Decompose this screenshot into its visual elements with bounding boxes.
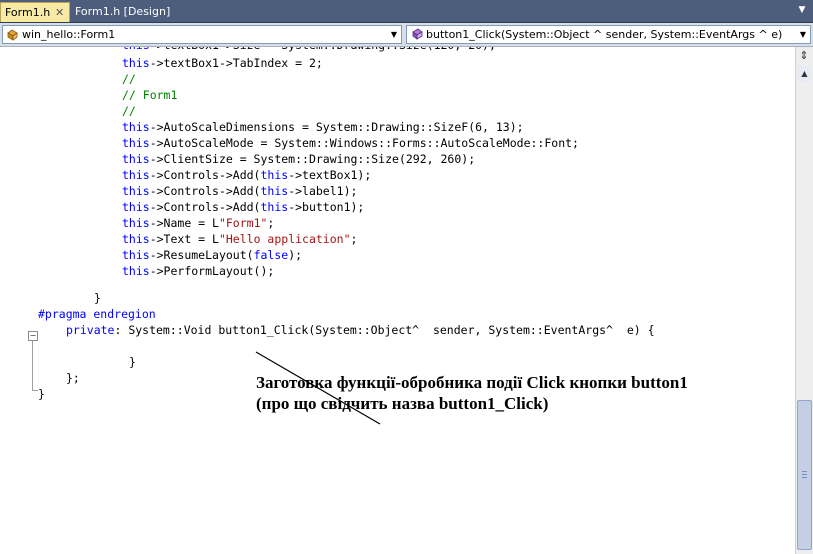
method-icon	[412, 28, 423, 40]
code-token: this	[122, 56, 150, 70]
code-token: //	[122, 72, 136, 86]
close-icon[interactable]: ✕	[55, 3, 64, 23]
code-line: }	[94, 290, 101, 306]
code-token: ->textBox1->Size = System::Drawing::Size…	[150, 47, 496, 52]
code-token: }	[38, 387, 45, 401]
code-line: this->ResumeLayout(false);	[122, 247, 302, 263]
code-line: this->Controls->Add(this->button1);	[122, 199, 364, 215]
code-token: this	[122, 184, 150, 198]
annotation-text: Заготовка функції-обробника події Click …	[256, 372, 688, 414]
navigation-bar: win_hello::Form1 ▼ button1_Click(System:…	[0, 23, 813, 47]
scroll-thumb[interactable]	[797, 400, 812, 550]
code-line: this->Text = L"Hello application";	[122, 231, 357, 247]
member-combo[interactable]: button1_Click(System::Object ^ sender, S…	[406, 25, 811, 44]
code-line: #pragma endregion	[38, 306, 156, 322]
code-line: //	[122, 71, 136, 87]
code-line: this->Controls->Add(this->label1);	[122, 183, 357, 199]
code-token: ->Text = L	[149, 232, 219, 246]
code-line: //	[122, 103, 136, 119]
code-token: #pragma endregion	[38, 307, 156, 321]
code-token: this	[122, 216, 150, 230]
code-line: this->AutoScaleDimensions = System::Draw…	[122, 119, 524, 135]
code-line: this->textBox1->Size = System::Drawing::…	[122, 47, 496, 53]
code-token: ->AutoScaleMode = System::Windows::Forms…	[149, 136, 579, 150]
code-token: : System::Void button1_Click(System::Obj…	[114, 323, 655, 337]
code-token: ->Controls->Add(	[149, 168, 261, 182]
class-icon	[7, 29, 18, 41]
code-line: // Form1	[122, 87, 177, 103]
code-token: ->Name = L	[149, 216, 219, 230]
code-token: this	[122, 120, 150, 134]
code-token: ;	[350, 232, 358, 246]
scroll-up-button[interactable]: ▲	[797, 66, 812, 82]
code-line: this->AutoScaleMode = System::Windows::F…	[122, 135, 579, 151]
code-token: ->label1);	[288, 184, 358, 198]
code-token: }	[129, 355, 136, 369]
code-line: }	[129, 354, 136, 370]
code-token: this	[122, 47, 150, 52]
code-line: this->PerformLayout();	[122, 263, 274, 279]
code-token: this	[122, 136, 150, 150]
code-token: ->textBox1->TabIndex = 2;	[149, 56, 323, 70]
code-token: this	[122, 232, 150, 246]
code-token: //	[122, 104, 136, 118]
code-line: this->ClientSize = System::Drawing::Size…	[122, 151, 475, 167]
code-line: private: System::Void button1_Click(Syst…	[66, 322, 655, 338]
code-line: this->Name = L"Form1";	[122, 215, 274, 231]
code-token: ->PerformLayout();	[149, 264, 275, 278]
code-token: this	[122, 200, 150, 214]
class-combo-value: win_hello::Form1	[22, 28, 116, 41]
code-token: private	[66, 323, 115, 337]
code-line: }	[38, 386, 45, 402]
code-token: ->ResumeLayout(	[149, 248, 254, 262]
code-token: "Hello application"	[218, 232, 351, 246]
tab-label: Form1.h [Design]	[75, 5, 171, 18]
annotation-line-1: Заготовка функції-обробника події Click …	[256, 373, 688, 392]
code-token: );	[288, 248, 303, 262]
code-token: this	[260, 200, 289, 214]
code-token: this	[122, 264, 150, 278]
code-token: this	[260, 184, 289, 198]
tab-label: Form1.h	[5, 6, 51, 19]
code-token: this	[122, 248, 150, 262]
code-token: "Form1"	[218, 216, 268, 230]
code-token: ->Controls->Add(	[149, 200, 261, 214]
chevron-down-icon[interactable]: ▼	[389, 26, 399, 43]
tab-form1-h[interactable]: Form1.h ✕	[0, 2, 70, 22]
code-line: };	[66, 370, 80, 386]
code-editor[interactable]: − this->textBox1->Size = System::Drawing…	[0, 47, 795, 554]
code-token: }	[94, 291, 101, 305]
code-token: ->AutoScaleDimensions = System::Drawing:…	[149, 120, 524, 134]
code-token: // Form1	[122, 88, 178, 102]
code-token: this	[122, 168, 150, 182]
vertical-scrollbar[interactable]: ⇕ ▲	[795, 47, 813, 554]
annotation-line-2: (про що свідчить назва button1_Click)	[256, 394, 549, 413]
class-combo[interactable]: win_hello::Form1 ▼	[2, 25, 402, 44]
document-tab-bar: Form1.h ✕ Form1.h [Design] ▼	[0, 0, 813, 23]
split-handle-icon[interactable]: ⇕	[797, 49, 811, 63]
code-token: ->Controls->Add(	[149, 184, 261, 198]
code-token: ->ClientSize = System::Drawing::Size(292…	[149, 152, 476, 166]
code-token: this	[260, 168, 289, 182]
member-combo-value: button1_Click(System::Object ^ sender, S…	[426, 28, 783, 41]
code-token: ->textBox1);	[288, 168, 372, 182]
code-line: this->Controls->Add(this->textBox1);	[122, 167, 371, 183]
chevron-down-icon[interactable]: ▼	[798, 26, 808, 43]
code-line: this->textBox1->TabIndex = 2;	[122, 55, 323, 71]
tab-form1-h-design[interactable]: Form1.h [Design]	[71, 2, 170, 22]
code-token: false	[253, 248, 289, 262]
code-token: };	[66, 371, 80, 385]
code-token: ;	[267, 216, 275, 230]
code-token: this	[122, 152, 150, 166]
code-token: ->button1);	[288, 200, 365, 214]
code-lines: this->textBox1->Size = System::Drawing::…	[0, 47, 795, 554]
chevron-down-icon[interactable]: ▼	[797, 5, 807, 15]
